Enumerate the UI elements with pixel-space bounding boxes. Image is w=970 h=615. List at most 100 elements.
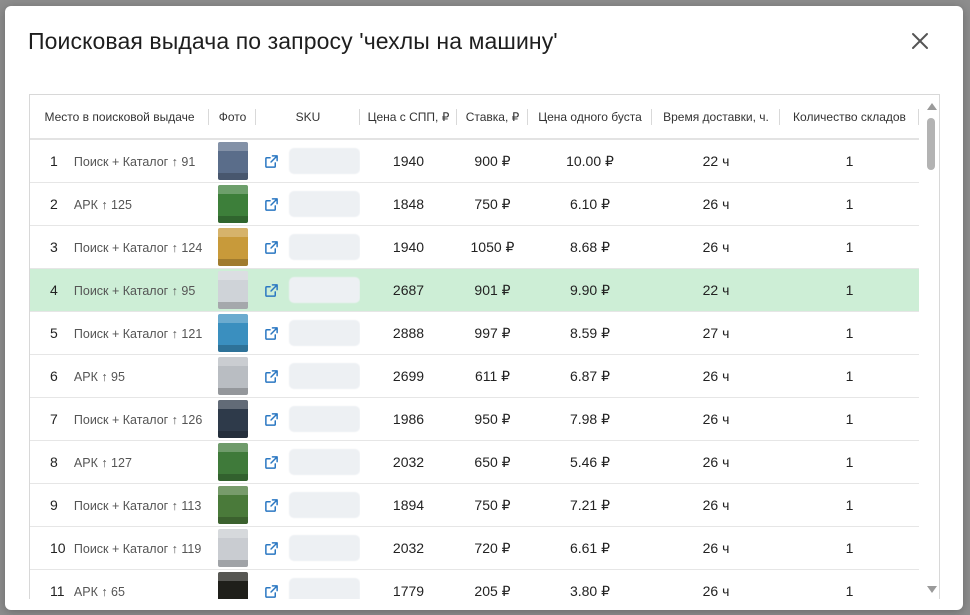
results-table: Место в поисковой выдаче Фото SKU Цена с… [30,95,919,599]
table-row[interactable]: 3 Поиск + Каталог ↑ 124 1940 1050 ₽8.68 ₽2… [30,225,919,269]
product-photo[interactable] [217,142,248,180]
cell-warehouses: 1 [780,569,919,599]
scroll-up-arrow-icon[interactable] [927,103,937,110]
product-photo[interactable] [217,185,248,223]
cell-delivery-time: 26 ч [652,225,780,269]
cell-place: 5 Поиск + Каталог ↑ 121 [30,311,209,355]
external-link-icon[interactable] [264,197,279,212]
cell-delivery-time: 26 ч [652,182,780,226]
cell-boost-price: 3.80 ₽ [528,569,652,599]
column-header[interactable]: Цена с СПП, ₽ [360,95,457,140]
cell-sku [256,268,360,312]
cell-price: 2687 [360,268,457,312]
cell-photo [209,397,256,441]
cell-sku [256,397,360,441]
column-header[interactable]: Цена одного буста [528,95,652,140]
cell-sku [256,354,360,398]
cell-price: 1986 [360,397,457,441]
cell-bid: 205 ₽ [457,569,528,599]
table-row[interactable]: 5 Поиск + Каталог ↑ 121 2888 997 ₽8.59 ₽27… [30,311,919,355]
cell-photo [209,139,256,183]
cell-boost-price: 6.10 ₽ [528,182,652,226]
cell-photo [209,182,256,226]
place-number: 7 [50,411,58,427]
external-link-icon[interactable] [264,326,279,341]
cell-boost-price: 8.59 ₽ [528,311,652,355]
product-photo[interactable] [217,572,248,599]
table-row[interactable]: 11 АРК ↑ 65 1779 205 ₽3.80 ₽26 ч1 [30,569,919,599]
place-source: Поиск + Каталог ↑ 91 [73,155,196,169]
sku-value-blurred [289,191,360,217]
sku-value-blurred [289,406,360,432]
place-number: 2 [50,196,58,212]
search-results-modal: Поисковая выдача по запросу 'чехлы на ма… [5,6,963,610]
column-header[interactable]: Фото [209,95,256,140]
cell-delivery-time: 27 ч [652,311,780,355]
product-photo[interactable] [217,486,248,524]
cell-sku [256,311,360,355]
external-link-icon[interactable] [264,498,279,513]
cell-price: 2888 [360,311,457,355]
cell-photo [209,225,256,269]
cell-photo [209,440,256,484]
table-row[interactable]: 2 АРК ↑ 125 1848 750 ₽6.10 ₽26 ч1 [30,182,919,226]
cell-sku [256,569,360,599]
column-header[interactable]: SKU [256,95,360,140]
column-header[interactable]: Ставка, ₽ [457,95,528,140]
cell-price: 1779 [360,569,457,599]
cell-sku [256,182,360,226]
vertical-scrollbar[interactable] [923,95,939,599]
cell-delivery-time: 22 ч [652,139,780,183]
product-photo[interactable] [217,228,248,266]
sku-value-blurred [289,277,360,303]
table-row[interactable]: 8 АРК ↑ 127 2032 650 ₽5.46 ₽26 ч1 [30,440,919,484]
external-link-icon[interactable] [264,455,279,470]
external-link-icon[interactable] [264,584,279,599]
cell-price: 1940 [360,139,457,183]
place-source: Поиск + Каталог ↑ 126 [73,413,203,427]
external-link-icon[interactable] [264,412,279,427]
table-row[interactable]: 1 Поиск + Каталог ↑ 91 1940 900 ₽10.00 ₽22… [30,139,919,183]
sku-value-blurred [289,148,360,174]
table-row[interactable]: 6 АРК ↑ 95 2699 611 ₽6.87 ₽26 ч1 [30,354,919,398]
product-photo[interactable] [217,271,248,309]
table-row[interactable]: 4 Поиск + Каталог ↑ 95 2687 901 ₽9.90 ₽22 … [30,268,919,312]
external-link-icon[interactable] [264,240,279,255]
place-source: АРК ↑ 95 [73,370,125,384]
external-link-icon[interactable] [264,541,279,556]
external-link-icon[interactable] [264,283,279,298]
product-photo[interactable] [217,400,248,438]
external-link-icon[interactable] [264,369,279,384]
product-photo[interactable] [217,314,248,352]
column-header[interactable]: Время доставки, ч. [652,95,780,140]
product-photo[interactable] [217,443,248,481]
cell-place: 2 АРК ↑ 125 [30,182,209,226]
cell-photo [209,526,256,570]
cell-bid: 750 ₽ [457,483,528,527]
table-row[interactable]: 9 Поиск + Каталог ↑ 113 1894 750 ₽7.21 ₽26… [30,483,919,527]
product-photo[interactable] [217,529,248,567]
cell-photo [209,268,256,312]
column-header[interactable]: Место в поисковой выдаче [30,95,209,140]
cell-delivery-time: 22 ч [652,268,780,312]
cell-warehouses: 1 [780,440,919,484]
scroll-thumb[interactable] [927,118,935,170]
column-header[interactable]: Количество складов [780,95,919,140]
cell-photo [209,483,256,527]
cell-price: 2032 [360,440,457,484]
cell-price: 2032 [360,526,457,570]
scroll-down-arrow-icon[interactable] [927,586,937,593]
cell-bid: 611 ₽ [457,354,528,398]
cell-place: 7 Поиск + Каталог ↑ 126 [30,397,209,441]
product-photo[interactable] [217,357,248,395]
table-row[interactable]: 7 Поиск + Каталог ↑ 126 1986 950 ₽7.98 ₽26… [30,397,919,441]
sku-value-blurred [289,578,360,599]
close-button[interactable] [907,28,933,54]
external-link-icon[interactable] [264,154,279,169]
cell-bid: 650 ₽ [457,440,528,484]
place-number: 11 [50,583,65,599]
place-source: Поиск + Каталог ↑ 95 [73,284,196,298]
cell-sku [256,225,360,269]
table-row[interactable]: 10 Поиск + Каталог ↑ 119 2032 720 ₽6.61 ₽2… [30,526,919,570]
cell-warehouses: 1 [780,354,919,398]
